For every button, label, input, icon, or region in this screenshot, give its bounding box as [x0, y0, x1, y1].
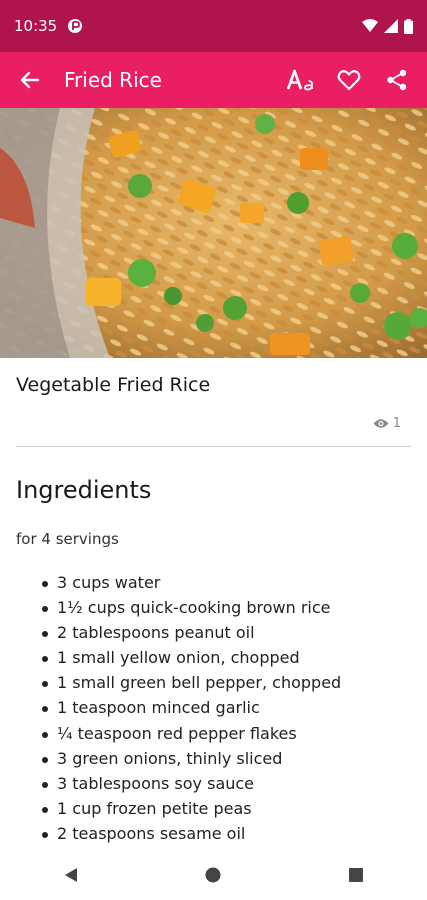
app-notification-icon: [68, 19, 83, 33]
ingredient-item: 2 tablespoons peanut oil: [42, 620, 341, 645]
back-button[interactable]: [10, 60, 50, 100]
eye-icon: [373, 419, 389, 428]
view-count: 1: [373, 416, 401, 431]
recipe-title: Vegetable Fried Rice: [16, 374, 211, 396]
nav-home-icon[interactable]: [204, 866, 222, 884]
ingredient-item: 1½ cups quick-cooking brown rice: [42, 595, 341, 620]
ingredients-heading: Ingredients: [16, 476, 152, 504]
ingredient-item: 1 small green bell pepper, chopped: [42, 670, 341, 695]
ingredient-item: 1 small yellow onion, chopped: [42, 645, 341, 670]
status-bar: 10:35: [0, 0, 427, 52]
ingredient-item: 1 teaspoon minced garlic: [42, 695, 341, 720]
nav-recents-icon[interactable]: [347, 866, 365, 884]
ingredient-item: 3 cups water: [42, 570, 341, 595]
back-arrow-icon: [20, 71, 40, 89]
ingredient-item: 3 green onions, thinly sliced: [42, 746, 341, 771]
fried-rice-image: [0, 108, 427, 358]
signal-icon: [384, 19, 398, 33]
ingredients-list: 3 cups water 1½ cups quick-cooking brown…: [42, 570, 341, 846]
nav-back-icon[interactable]: [62, 866, 80, 884]
share-button[interactable]: [377, 60, 417, 100]
heart-outline-icon: [337, 70, 361, 91]
system-nav-bar: [0, 850, 427, 900]
app-bar: Fried Rice: [0, 52, 427, 108]
battery-icon: [404, 18, 413, 34]
status-time: 10:35: [14, 17, 58, 35]
servings-text: for 4 servings: [16, 530, 119, 548]
text-size-icon: [287, 69, 313, 91]
ingredient-item: ¼ teaspoon red pepper flakes: [42, 721, 341, 746]
ingredient-item: 2 teaspoons sesame oil: [42, 821, 341, 846]
share-icon: [387, 69, 407, 91]
ingredient-item: 1 cup frozen petite peas: [42, 796, 341, 821]
text-size-button[interactable]: [281, 60, 321, 100]
ingredient-item: 3 tablespoons soy sauce: [42, 771, 341, 796]
view-count-value: 1: [392, 416, 401, 431]
wifi-icon: [362, 19, 378, 32]
favorite-button[interactable]: [329, 60, 369, 100]
recipe-photo: [0, 108, 427, 358]
page-title: Fried Rice: [64, 68, 162, 92]
divider: [16, 446, 411, 447]
